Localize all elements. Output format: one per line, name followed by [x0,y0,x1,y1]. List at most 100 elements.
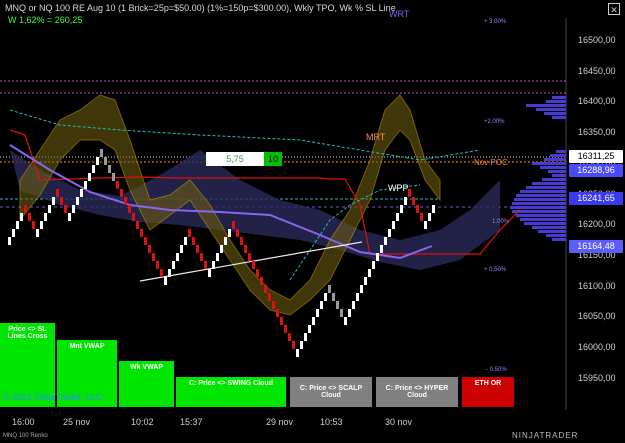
volume-profile-bar [536,108,566,111]
renko-brick [388,229,391,237]
wpp-label: WPP [388,183,409,193]
panel-wk-vwap[interactable]: Wk VWAP [119,361,174,407]
volume-profile-bar [544,158,566,161]
renko-brick [424,221,427,229]
renko-brick [76,197,79,205]
renko-brick [148,245,151,253]
x-axis-label: 15:37 [180,417,203,427]
renko-brick [36,229,39,237]
price-marker: 16311,25 [569,150,623,163]
volume-profile-bar [552,116,566,119]
renko-brick [204,261,207,269]
volume-profile-bar [552,174,566,177]
brand-logo: NINJATRADER [512,431,579,440]
copyright-text: © 2021 NinjaTrader, LLC [3,392,103,402]
renko-brick [192,237,195,245]
renko-brick [140,229,143,237]
renko-brick [288,333,291,341]
volume-profile-bar [532,162,566,165]
renko-brick [412,197,415,205]
renko-brick [316,309,319,317]
volume-profile-bar [552,238,566,241]
x-axis-label: 16:00 [12,417,35,427]
renko-brick [396,213,399,221]
renko-brick [416,205,419,213]
renko-brick [236,229,239,237]
renko-brick [256,269,259,277]
renko-brick [224,237,227,245]
renko-brick [368,269,371,277]
volume-profile-bar [516,214,566,217]
renko-brick [432,205,435,213]
renko-brick [168,269,171,277]
trade-qty[interactable]: 10 [264,152,282,166]
renko-brick [92,165,95,173]
price-axis-label: 16450,00 [578,65,616,76]
renko-brick [136,221,139,229]
renko-brick [380,245,383,253]
renko-brick [124,197,127,205]
renko-brick [60,197,63,205]
renko-brick [292,341,295,349]
renko-brick [304,333,307,341]
renko-brick [268,293,271,301]
renko-brick [248,253,251,261]
volume-profile-bar [516,194,566,197]
panel-scalp-cloud[interactable]: C: Price <> SCALP Cloud [290,377,372,407]
renko-brick [48,205,51,213]
close-icon[interactable]: ✕ [608,3,620,15]
renko-brick [200,253,203,261]
renko-brick [96,157,99,165]
renko-brick [52,197,55,205]
panel-hyper-cloud[interactable]: C: Price <> HYPER Cloud [376,377,458,407]
renko-brick [220,245,223,253]
renko-brick [420,213,423,221]
volume-profile-bar [544,112,566,115]
renko-brick [196,245,199,253]
renko-brick [20,213,23,221]
renko-brick [356,293,359,301]
renko-brick [240,237,243,245]
pct-label: +2.00% [484,119,505,125]
renko-brick [100,149,103,157]
volume-profile-bar [550,154,566,157]
renko-brick [332,293,335,301]
renko-brick [164,277,167,285]
renko-brick [400,205,403,213]
renko-brick [44,213,47,221]
renko-brick [232,221,235,229]
x-axis-label: 10:53 [320,417,343,427]
volume-profile-bar [538,230,566,233]
panel-eth-or[interactable]: ETH OR [462,377,514,407]
renko-brick [184,237,187,245]
renko-brick [176,253,179,261]
renko-brick [392,221,395,229]
renko-brick [132,213,135,221]
price-marker: 16288,96 [569,164,623,177]
renko-brick [188,229,191,237]
renko-brick [252,261,255,269]
renko-brick [404,197,407,205]
renko-brick [276,309,279,317]
trade-price[interactable]: 5,75 [206,152,264,166]
price-axis-label: 16100,00 [578,280,616,291]
renko-brick [384,237,387,245]
instrument-label: MNQ 100 Renko [3,433,48,439]
volume-profile-bar [552,96,566,99]
renko-brick [324,293,327,301]
pct-label: 1.00% [492,219,510,225]
renko-brick [80,189,83,197]
renko-brick [180,245,183,253]
renko-brick [344,317,347,325]
renko-brick [12,229,15,237]
renko-brick [376,253,379,261]
renko-brick [340,309,343,317]
renko-brick [144,237,147,245]
renko-brick [348,309,351,317]
panel-swing-cloud[interactable]: C: Price <> SWING Cloud [176,377,286,407]
price-axis-label: 16050,00 [578,311,616,322]
price-axis-label: 16200,00 [578,219,616,230]
volume-profile-bar [532,182,566,185]
renko-brick [244,245,247,253]
trade-entry-box[interactable]: 5,75 10 [206,152,282,166]
